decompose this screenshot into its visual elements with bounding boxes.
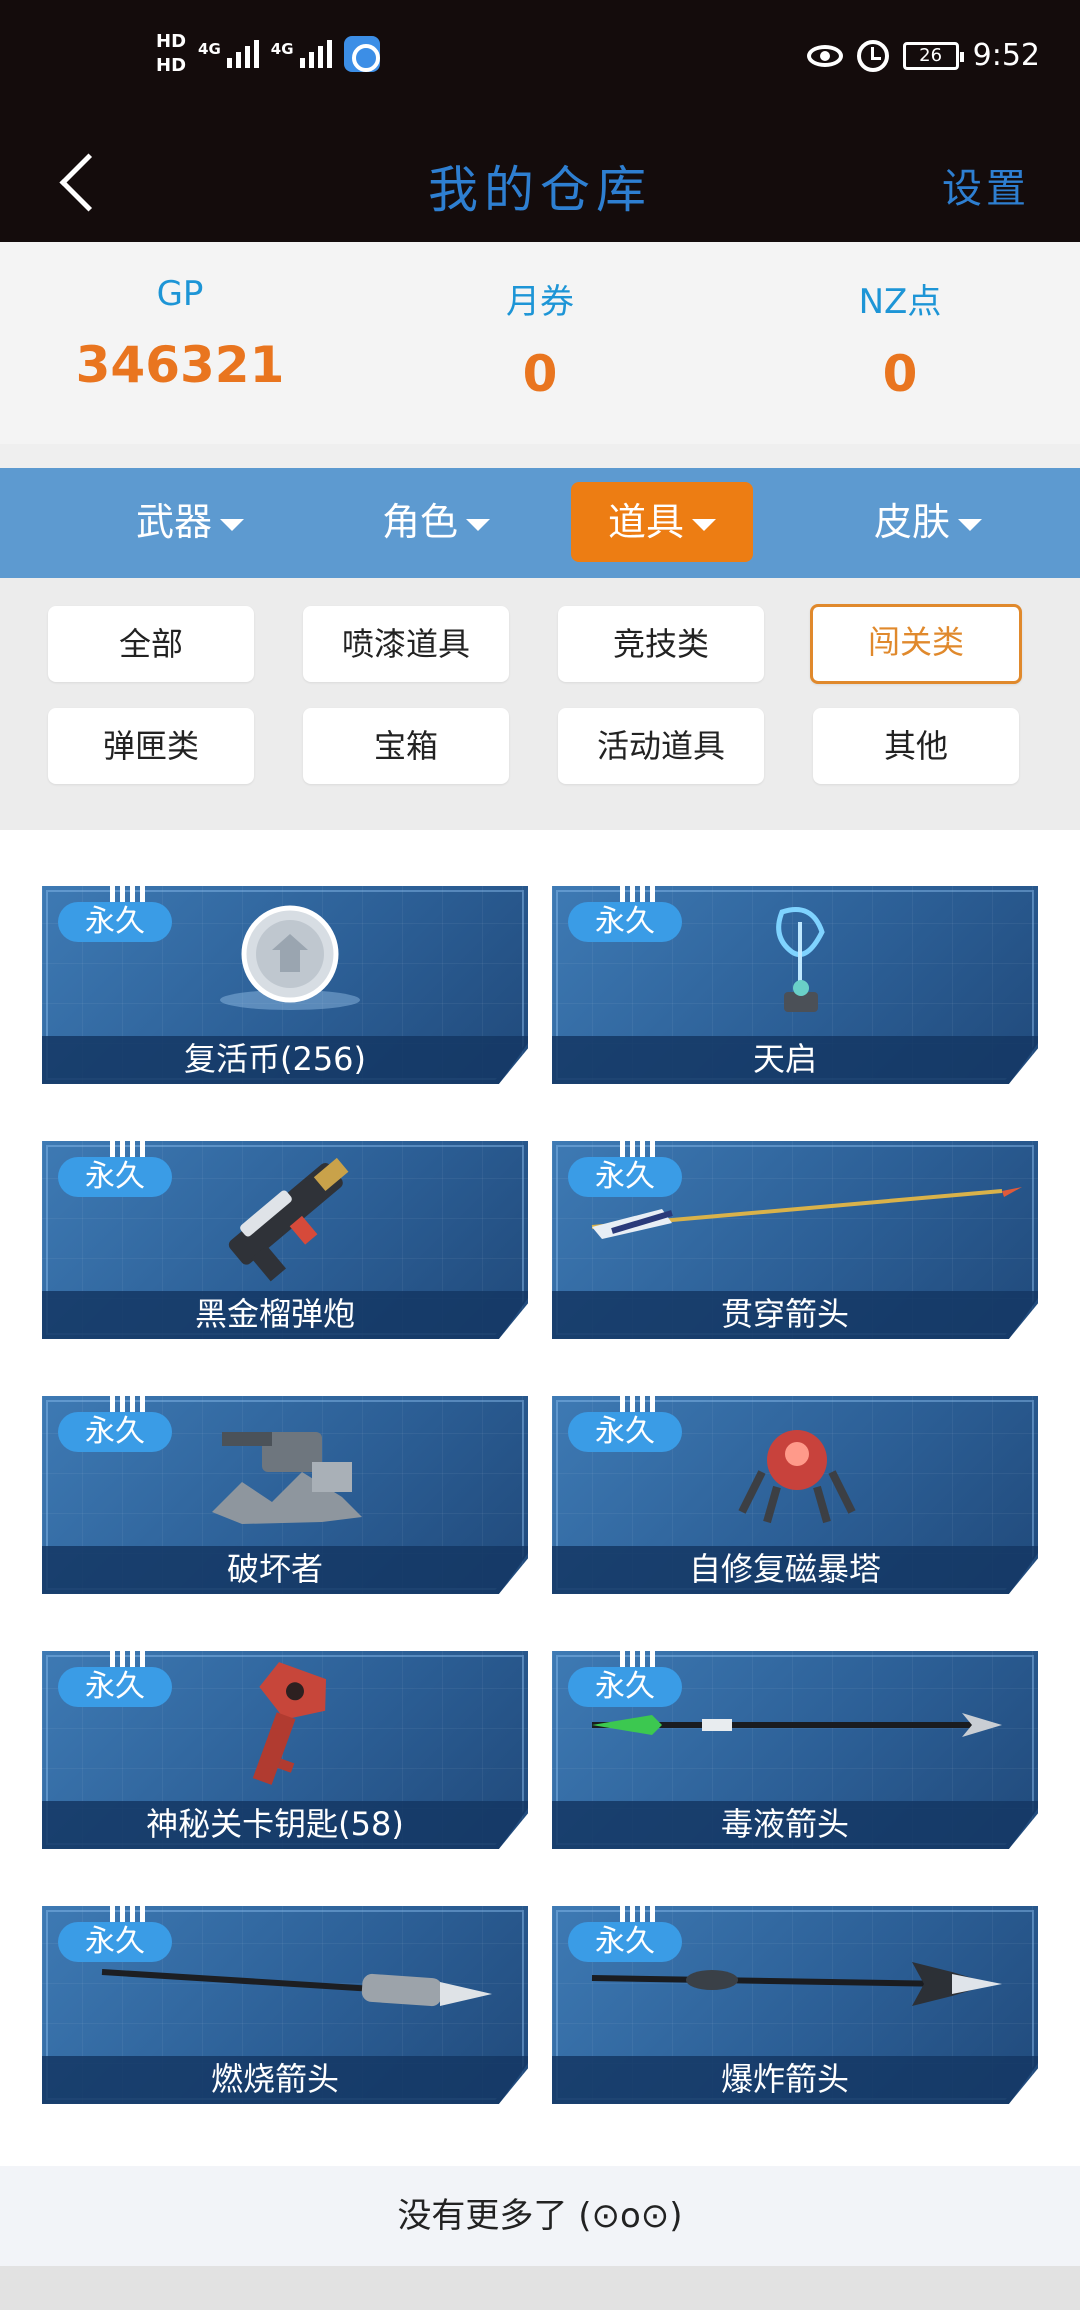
signal-icon-2: 4G (271, 40, 332, 68)
item-name: 爆炸箭头 (720, 2060, 849, 2098)
device-icon (776, 907, 825, 1012)
item-card[interactable]: 永久 破坏者 (42, 1394, 528, 1594)
currency-gp: GP 346321 (0, 242, 360, 444)
item-card[interactable]: 永久 爆炸箭头 (552, 1904, 1038, 2104)
item-card[interactable]: 永久 贯穿箭头 (552, 1139, 1038, 1339)
currency-value: 0 (522, 345, 558, 403)
tab-label: 皮肤 (873, 500, 950, 544)
app-notification-icon (343, 36, 380, 72)
item-card[interactable]: 永久 燃烧箭头 (42, 1904, 528, 2104)
bottom-strip (0, 2266, 1080, 2310)
alarm-icon (856, 39, 889, 72)
currency-coupon: 月券 0 (360, 242, 720, 444)
item-grid: 永久 复活币(256) 永久 天启 永久 黑金榴弹炮 永久 贯穿箭头 永久 破坏… (0, 830, 1080, 2166)
status-left: HD HD 4G 4G (156, 30, 380, 78)
settings-button[interactable]: 设置 (942, 156, 1030, 214)
page-title: 我的仓库 (428, 161, 652, 219)
tower-icon (738, 1430, 856, 1524)
status-bar: HD HD 4G 4G 26 9:52 (0, 0, 1080, 120)
currency-value: 346321 (75, 336, 285, 394)
hd1-label: HD (156, 31, 187, 52)
currency-value: 0 (882, 345, 918, 403)
chevron-down-icon (220, 518, 244, 531)
filter-other[interactable]: 其他 (813, 708, 1019, 784)
eye-icon (806, 44, 843, 67)
item-name: 燃烧箭头 (210, 2060, 339, 2098)
end-of-list-text: 没有更多了 (⊙o⊙) (0, 2166, 1080, 2266)
item-name: 天启 (752, 1040, 817, 1078)
filter-magazine[interactable]: 弹匣类 (48, 708, 254, 784)
item-name: 贯穿箭头 (720, 1295, 849, 1333)
hd-indicator: HD HD (156, 30, 186, 78)
chevron-down-icon (466, 518, 490, 531)
currency-label: GP (156, 274, 204, 314)
tab-label: 武器 (135, 500, 212, 544)
coin-icon (220, 905, 360, 1010)
arrow-icon (101, 1969, 492, 2007)
filter-stage[interactable]: 闯关类 (810, 604, 1022, 684)
item-card[interactable]: 永久 复活币(256) (42, 884, 528, 1084)
status-right: 26 9:52 (806, 38, 1040, 73)
currency-nz: NZ点 0 (720, 242, 1080, 444)
hd2-label: HD (156, 55, 187, 76)
battery-icon: 26 (902, 41, 964, 70)
filter-competitive[interactable]: 竞技类 (558, 606, 764, 682)
filter-all[interactable]: 全部 (48, 606, 254, 682)
arrow-icon (592, 1713, 1002, 1737)
currency-label: 月券 (506, 282, 574, 322)
item-card[interactable]: 永久 自修复磁暴塔 (552, 1394, 1038, 1594)
item-name: 黑金榴弹炮 (194, 1295, 355, 1333)
tab-label: 角色 (381, 500, 458, 544)
launcher-icon (228, 1157, 349, 1282)
clock: 9:52 (972, 38, 1040, 73)
item-name: 破坏者 (226, 1550, 323, 1588)
tab-characters[interactable]: 角色 (356, 482, 516, 562)
item-name: 复活币(256) (183, 1040, 367, 1078)
chevron-down-icon (958, 518, 982, 531)
filter-panel: 全部 喷漆道具 竞技类 闯关类 弹匣类 宝箱 活动道具 其他 (0, 578, 1080, 830)
item-name: 自修复磁暴塔 (688, 1550, 881, 1588)
item-name: 神秘关卡钥匙(58) (146, 1805, 404, 1843)
currency-panel: GP 346321 月券 0 NZ点 0 (0, 242, 1080, 444)
currency-label: NZ点 (858, 282, 942, 322)
item-card[interactable]: 永久 天启 (552, 884, 1038, 1084)
key-icon (252, 1662, 327, 1785)
item-name: 毒液箭头 (720, 1805, 849, 1843)
nav-bar: 我的仓库 设置 (0, 120, 1080, 242)
chevron-down-icon (692, 518, 716, 531)
signal-icon: 4G (198, 40, 259, 68)
filter-spray[interactable]: 喷漆道具 (303, 606, 509, 682)
arrow-icon (591, 1962, 1002, 2006)
tab-skins[interactable]: 皮肤 (848, 482, 1008, 562)
arrow-icon (591, 1187, 1022, 1239)
battery-level: 26 (919, 44, 943, 66)
tab-weapons[interactable]: 武器 (110, 482, 270, 562)
item-card[interactable]: 永久 神秘关卡钥匙(58) (42, 1649, 528, 1849)
item-card[interactable]: 永久 毒液箭头 (552, 1649, 1038, 1849)
tab-label: 道具 (607, 500, 684, 544)
network-label-2: 4G (270, 40, 294, 58)
tab-items[interactable]: 道具 (571, 482, 753, 562)
filter-event[interactable]: 活动道具 (558, 708, 764, 784)
filter-chest[interactable]: 宝箱 (303, 708, 509, 784)
category-tabs: 武器 角色 道具 皮肤 (0, 468, 1080, 578)
item-card[interactable]: 永久 黑金榴弹炮 (42, 1139, 528, 1339)
network-label: 4G (198, 40, 221, 58)
turret-icon (212, 1432, 362, 1524)
